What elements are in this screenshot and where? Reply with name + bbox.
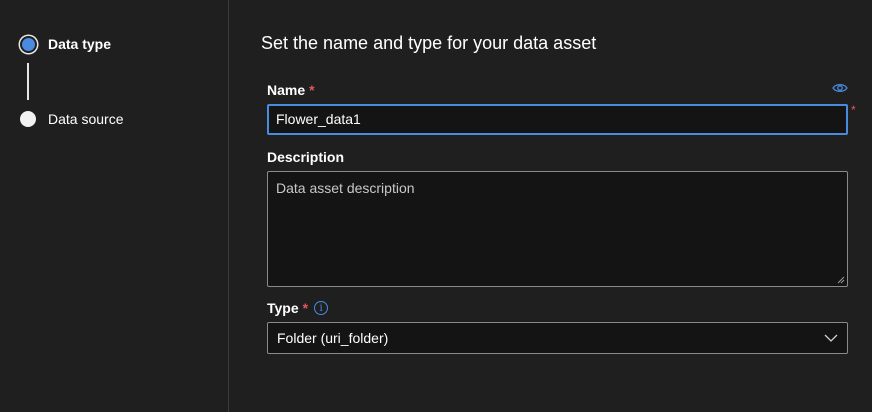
description-placeholder: Data asset description [276,180,415,196]
step-inactive-indicator [20,111,36,127]
step-connector [27,63,29,100]
required-mark: * [309,82,315,98]
info-icon[interactable]: i [314,301,329,315]
type-selected-value: Folder (uri_folder) [277,330,389,346]
required-mark: * [302,300,309,316]
step-data-type[interactable]: Data type [20,36,111,52]
step-data-source[interactable]: Data source [20,111,123,127]
type-dropdown[interactable]: Folder (uri_folder) [267,322,848,354]
chevron-down-icon [824,334,838,342]
eye-icon[interactable] [832,82,848,94]
name-label-row: Name * [267,82,315,98]
step-label: Data type [48,36,112,52]
resize-handle-icon[interactable] [837,276,845,284]
name-input[interactable]: Flower_data1 [267,104,848,135]
description-label-row: Description [267,149,344,165]
step-active-indicator [21,37,35,51]
description-textarea[interactable]: Data asset description [267,171,848,287]
description-label: Description [267,149,345,165]
type-label: Type [267,300,299,316]
required-mark: * [851,103,856,117]
data-asset-form: Set the name and type for your data asse… [229,0,872,412]
type-label-row: Type * i [267,300,329,316]
step-label: Data source [48,111,124,127]
name-label: Name [267,82,306,98]
wizard-steps: Data type Data source [0,0,228,412]
form-heading: Set the name and type for your data asse… [261,33,597,53]
create-data-asset-wizard: Data type Data source Set the name and t… [0,0,872,412]
